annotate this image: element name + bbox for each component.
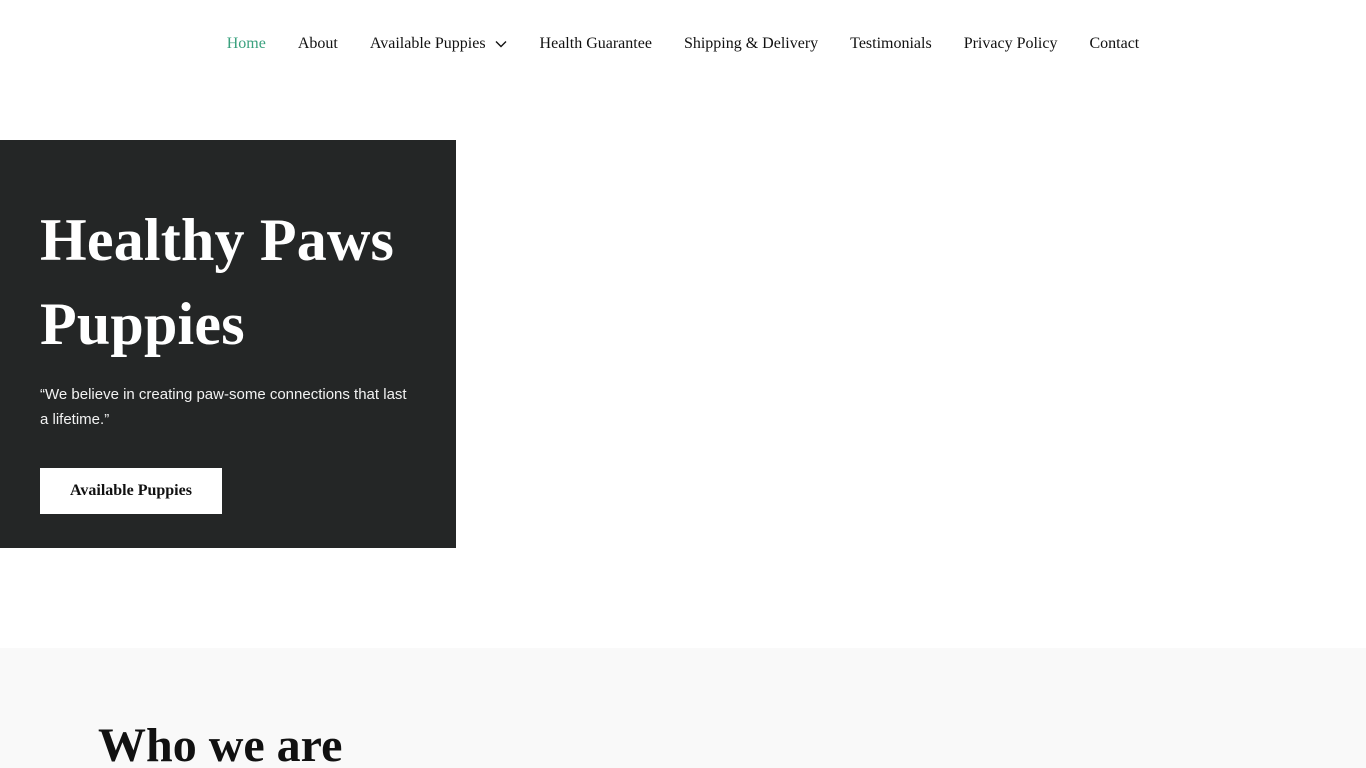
nav-link-health-guarantee[interactable]: Health Guarantee: [524, 34, 668, 54]
nav-link-home[interactable]: Home: [211, 34, 282, 54]
chevron-down-icon[interactable]: [494, 37, 508, 51]
available-puppies-button[interactable]: Available Puppies: [40, 468, 222, 514]
nav-link-available-puppies[interactable]: Available Puppies: [354, 34, 524, 54]
nav-item-health-guarantee: Health Guarantee: [524, 34, 668, 54]
nav-link-shipping-delivery[interactable]: Shipping & Delivery: [668, 34, 834, 54]
nav-link-privacy-policy[interactable]: Privacy Policy: [948, 34, 1074, 54]
hero-quote: “We believe in creating paw-some connect…: [40, 386, 407, 428]
nav-link-contact[interactable]: Contact: [1073, 34, 1155, 54]
nav-item-testimonials: Testimonials: [834, 34, 948, 54]
nav-link-available-puppies-label: Available Puppies: [369, 35, 486, 52]
nav-item-contact: Contact: [1073, 34, 1155, 54]
who-we-are-section: Who we are: [0, 648, 1366, 768]
hero-title-line1: Healthy Paws: [40, 207, 395, 273]
nav-link-testimonials[interactable]: Testimonials: [834, 34, 948, 54]
nav-item-privacy-policy: Privacy Policy: [948, 34, 1074, 54]
main-navigation: Home About Available Puppies Health Guar…: [0, 0, 1366, 90]
who-we-are-title: Who we are: [98, 719, 343, 768]
hero-panel: Healthy Paws Puppies “We believe in crea…: [0, 140, 456, 548]
nav-link-about[interactable]: About: [282, 34, 354, 54]
hero-title: Healthy Paws Puppies: [40, 198, 416, 366]
nav-item-available-puppies: Available Puppies: [354, 34, 524, 54]
nav-item-about: About: [282, 34, 354, 54]
nav-item-shipping-delivery: Shipping & Delivery: [668, 34, 834, 54]
nav-item-home: Home: [211, 34, 282, 54]
nav-list: Home About Available Puppies Health Guar…: [211, 34, 1155, 54]
hero-title-line2: Puppies: [40, 291, 245, 357]
